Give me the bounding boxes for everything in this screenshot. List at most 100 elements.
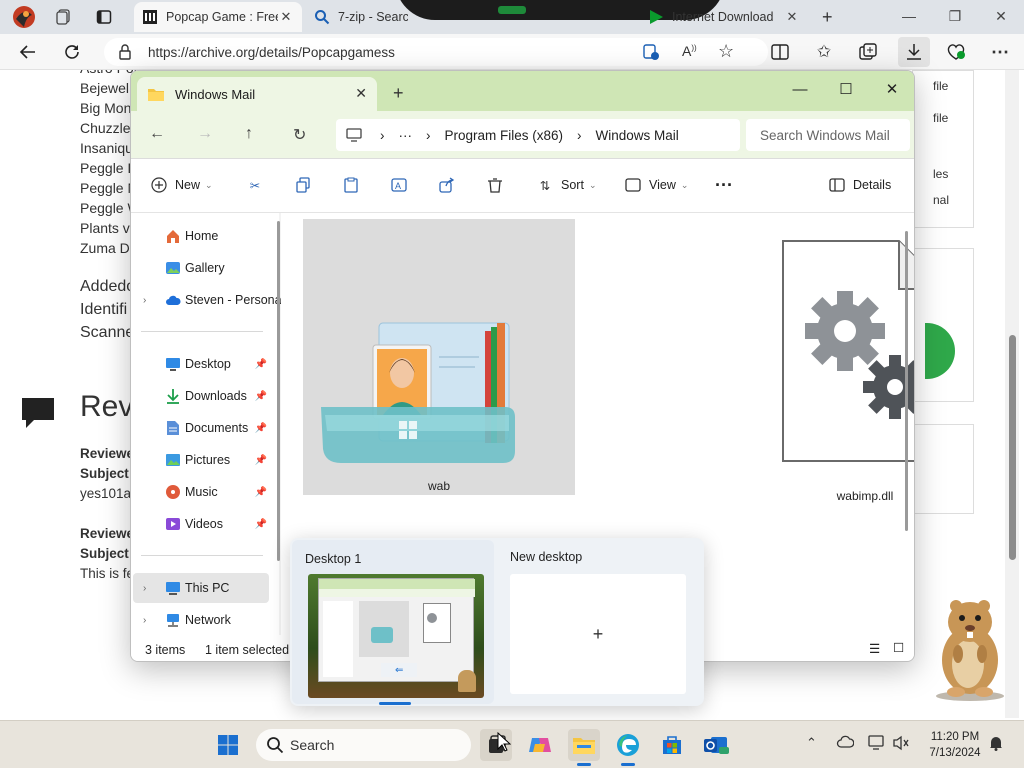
pin-icon[interactable]: 📌	[255, 487, 267, 498]
cut-button[interactable]: ✂	[245, 175, 271, 195]
address-bar[interactable]: https://archive.org/details/Popcapgamess…	[104, 38, 768, 66]
breadcrumb[interactable]: › ··· › Program Files (x86) › Windows Ma…	[336, 119, 740, 151]
new-tab-button[interactable]: +	[814, 2, 844, 32]
notifications-icon[interactable]	[988, 735, 1004, 754]
download-link[interactable]: nal	[933, 193, 949, 207]
cloud-sync-icon[interactable]	[836, 735, 855, 752]
back-arrow-icon[interactable]: ←	[149, 125, 165, 143]
page-scrollbar-thumb[interactable]	[1009, 335, 1016, 560]
up-arrow-icon[interactable]: ↑	[245, 125, 253, 143]
minimize-icon[interactable]: —	[777, 75, 823, 103]
system-clock[interactable]: 11:20 PM 7/13/2024	[918, 729, 992, 761]
tiles-view-icon[interactable]: ☐	[893, 640, 904, 655]
browser-profile-icon[interactable]	[4, 2, 44, 32]
pin-icon[interactable]: 📌	[255, 519, 267, 530]
pin-icon[interactable]: 📌	[255, 455, 267, 466]
browser-essentials-icon[interactable]	[944, 40, 968, 64]
list-item[interactable]: Chuzzle	[80, 118, 131, 138]
share-button[interactable]	[437, 175, 463, 195]
tab-popcap[interactable]: Popcap Game : Free ✕	[134, 2, 302, 32]
delete-button[interactable]	[485, 175, 511, 195]
close-window-icon[interactable]: ✕	[869, 75, 914, 103]
sidebar-item-onedrive[interactable]: › Steven - Persona	[133, 285, 282, 315]
restore-icon[interactable]: ❐	[932, 0, 978, 32]
sidebar-item-home[interactable]: Home	[133, 221, 269, 251]
copilot-icon[interactable]	[524, 729, 556, 761]
file-explorer-taskbar-icon[interactable]	[568, 729, 600, 761]
sidebar-scrollbar[interactable]	[277, 221, 280, 561]
content-scrollbar[interactable]	[905, 231, 908, 531]
chevron-right-icon[interactable]: ›	[143, 615, 146, 626]
tab-internet-download[interactable]: Internet Download ✕	[640, 2, 808, 32]
new-desktop-button[interactable]: +	[510, 574, 686, 694]
collections-icon[interactable]	[856, 40, 880, 64]
desktop-1-card[interactable]: Desktop 1 ⇐	[292, 540, 494, 705]
workspaces-icon[interactable]	[48, 2, 84, 32]
chevron-right-icon[interactable]: ›	[380, 128, 385, 143]
list-item[interactable]: Plants v	[80, 218, 130, 238]
maximize-icon[interactable]: ☐	[823, 75, 869, 103]
monitor-icon[interactable]	[346, 128, 362, 142]
new-tab-button[interactable]: +	[393, 83, 404, 104]
sidebar-item-this-pc[interactable]: › This PC	[133, 573, 269, 603]
taskbar-search-box[interactable]: Search	[256, 729, 471, 761]
back-arrow-icon[interactable]	[16, 40, 40, 64]
tab-7zip-search[interactable]: 7-zip - Search	[306, 2, 416, 32]
close-window-icon[interactable]: ✕	[978, 0, 1024, 32]
list-item[interactable]: Big Mon	[80, 98, 131, 118]
close-icon[interactable]: ✕	[355, 85, 367, 102]
app-available-icon[interactable]	[642, 43, 660, 64]
network-monitor-icon[interactable]	[868, 735, 886, 754]
rename-button[interactable]: A	[389, 175, 415, 195]
read-aloud-icon[interactable]: A))	[682, 43, 697, 59]
microsoft-store-icon[interactable]	[656, 729, 688, 761]
file-item-wab[interactable]: wab	[303, 219, 575, 495]
split-screen-icon[interactable]	[768, 40, 792, 64]
pin-icon[interactable]: 📌	[255, 359, 267, 370]
tab-actions-icon[interactable]	[88, 2, 124, 32]
hamster-mascot[interactable]	[930, 598, 1010, 702]
outlook-new-icon[interactable]	[700, 729, 732, 761]
favorite-star-icon[interactable]: ☆	[718, 41, 734, 62]
sidebar-item-videos[interactable]: Videos 📌	[133, 509, 269, 539]
list-item[interactable]: Peggle N	[80, 178, 138, 198]
close-icon[interactable]: ✕	[278, 9, 294, 25]
chevron-right-icon[interactable]: ›	[143, 295, 146, 306]
sidebar-item-music[interactable]: Music 📌	[133, 477, 269, 507]
download-link[interactable]: file	[933, 111, 948, 125]
explorer-tab[interactable]: Windows Mail ✕	[137, 77, 377, 111]
desktop-thumbnail[interactable]: ⇐	[308, 574, 484, 698]
sidebar-item-network[interactable]: › Network	[133, 605, 269, 635]
chevron-right-icon[interactable]: ›	[143, 583, 146, 594]
paste-button[interactable]	[341, 175, 367, 195]
close-icon[interactable]: ✕	[784, 9, 800, 25]
details-view-icon[interactable]: ☰	[869, 641, 880, 656]
new-button[interactable]: New ⌄	[149, 175, 213, 195]
refresh-icon[interactable]: ↻	[293, 125, 306, 145]
chevron-right-icon[interactable]: ›	[577, 128, 582, 143]
download-link[interactable]: file	[933, 79, 948, 93]
minimize-icon[interactable]: —	[886, 0, 932, 32]
forward-arrow-icon[interactable]: →	[197, 125, 213, 143]
overflow-ellipsis-icon[interactable]: ···	[399, 128, 413, 143]
copy-button[interactable]	[293, 175, 319, 195]
sidebar-item-documents[interactable]: Documents 📌	[133, 413, 269, 443]
details-button[interactable]: Details	[827, 175, 891, 195]
lock-icon[interactable]	[118, 44, 132, 63]
pin-icon[interactable]: 📌	[255, 391, 267, 402]
sidebar-item-pictures[interactable]: Pictures 📌	[133, 445, 269, 475]
downloads-icon[interactable]	[898, 37, 930, 67]
chevron-right-icon[interactable]: ›	[426, 128, 431, 143]
more-options-icon[interactable]: ⋯	[988, 40, 1012, 64]
pin-icon[interactable]: 📌	[255, 423, 267, 434]
volume-muted-icon[interactable]	[892, 735, 910, 754]
list-item[interactable]: Zuma D	[80, 238, 130, 258]
download-link[interactable]: les	[933, 167, 948, 181]
list-item[interactable]: Bejewel	[80, 78, 129, 98]
favorites-icon[interactable]: ✩	[812, 40, 836, 64]
more-options-icon[interactable]: ···	[715, 175, 733, 196]
chevron-up-icon[interactable]: ⌃	[806, 735, 817, 751]
start-windows-icon[interactable]	[212, 729, 244, 761]
sidebar-item-downloads[interactable]: Downloads 📌	[133, 381, 269, 411]
edge-browser-icon[interactable]	[612, 729, 644, 761]
